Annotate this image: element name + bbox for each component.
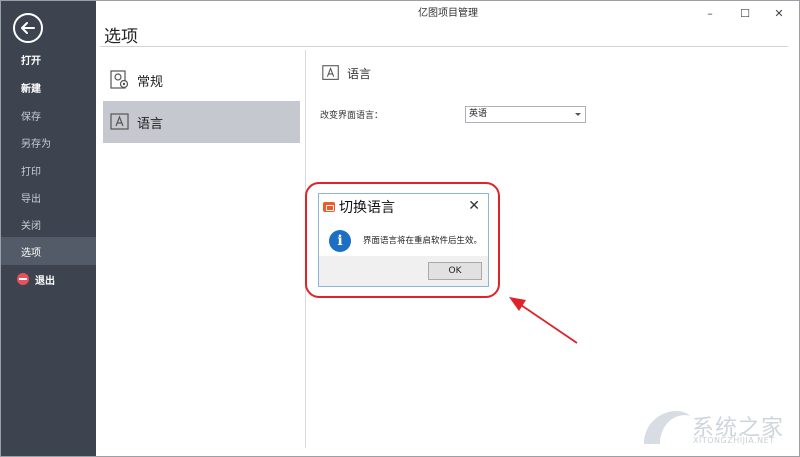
annotation-arrow xyxy=(509,297,578,344)
watermark-subtext: XITONGZHIJIA.NET xyxy=(693,436,775,445)
